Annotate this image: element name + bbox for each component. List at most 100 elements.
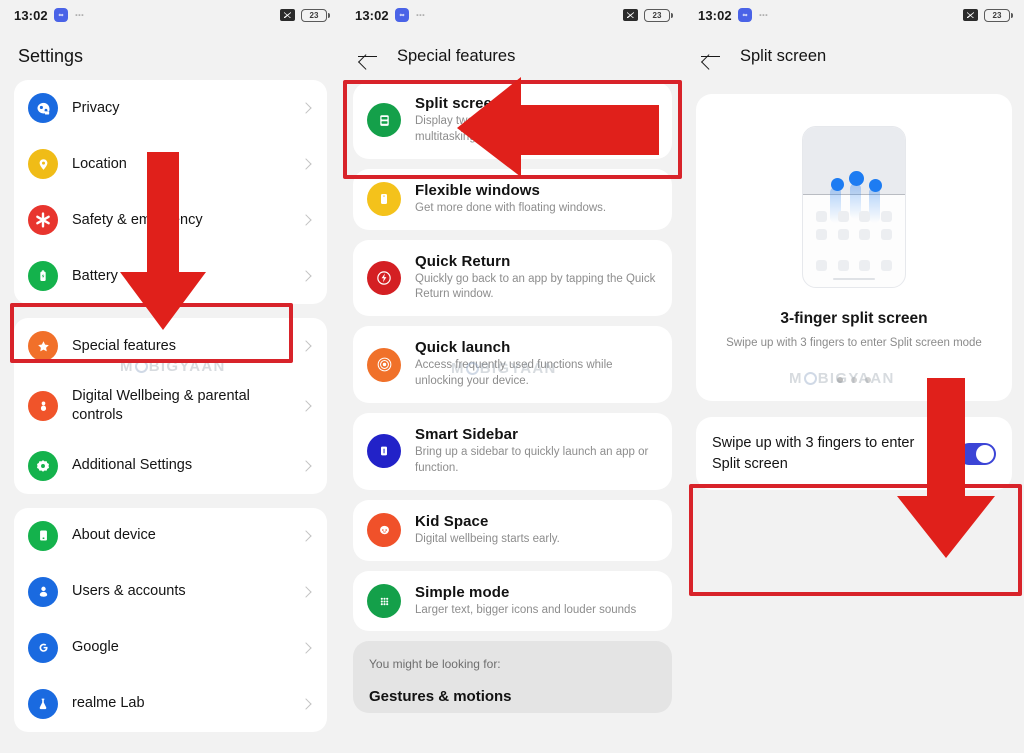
feature-card-smart-sidebar[interactable]: Smart Sidebar Bring up a sidebar to quic… xyxy=(353,413,672,490)
grid-cell xyxy=(880,211,892,222)
kid-space-icon xyxy=(367,513,401,548)
special-features-icon xyxy=(28,331,58,361)
sidebar-item-label: Users & accounts xyxy=(72,583,186,600)
app-bar-special-features: Special features xyxy=(341,30,684,82)
back-arrow-icon[interactable] xyxy=(357,45,379,67)
sidebar-item-users-accounts[interactable]: Users & accounts xyxy=(14,564,327,620)
app-badge-icon: ∞ xyxy=(394,8,409,22)
phone-panel-split-screen: 13:02 ∞ ··· 23 Split screen 3-finger spl… xyxy=(684,0,1024,753)
sidebar-item-realme-lab[interactable]: realme Lab xyxy=(14,676,327,732)
finger-dot xyxy=(869,179,882,192)
settings-group-3: About device Users & accounts Google rea… xyxy=(14,507,327,732)
grid-cell xyxy=(837,211,849,222)
mute-icon xyxy=(963,9,978,21)
hero-title: 3-finger split screen xyxy=(780,310,928,327)
grid-cell xyxy=(859,229,870,240)
status-clock: 13:02 xyxy=(14,7,48,23)
grid-cell xyxy=(880,260,892,271)
sidebar-item-about-device[interactable]: About device xyxy=(14,508,327,564)
app-bar-settings: Settings xyxy=(0,30,341,82)
feature-title: Flexible windows xyxy=(415,181,540,199)
hero-subtitle: Swipe up with 3 fingers to enter Split s… xyxy=(726,337,982,349)
split-screen-icon xyxy=(367,103,401,138)
down-arrow-toggle xyxy=(897,378,995,564)
sidebar-item-label: Google xyxy=(72,639,119,656)
feature-desc: Bring up a sidebar to quickly launch an … xyxy=(415,446,649,474)
back-arrow-icon[interactable] xyxy=(700,45,722,67)
app-badge-icon: ∞ xyxy=(737,8,752,22)
chevron-right-icon xyxy=(300,460,312,472)
looking-for-item[interactable]: Gestures & motions xyxy=(369,688,656,705)
status-overflow-icon: ··· xyxy=(758,8,769,22)
additional-settings-icon xyxy=(28,450,58,481)
sidebar-item-label: realme Lab xyxy=(72,695,145,712)
grid-cell xyxy=(837,229,849,240)
page-dot[interactable] xyxy=(865,377,871,383)
down-arrow-special-features xyxy=(120,152,206,342)
battery-icon: 23 xyxy=(301,8,330,22)
sidebar-item-label: Digital Wellbeing & parental controls xyxy=(72,388,250,423)
mute-icon xyxy=(623,9,638,21)
status-bar: 13:02 ∞ ··· 23 xyxy=(684,0,1024,30)
feature-text: Simple mode Larger text, bigger icons an… xyxy=(415,584,658,619)
looking-for-heading: You might be looking for: xyxy=(369,657,501,672)
grid-cell xyxy=(816,260,827,271)
feature-text: Quick Return Quickly go back to an app b… xyxy=(415,253,658,304)
chevron-right-icon xyxy=(300,586,312,598)
chevron-right-icon xyxy=(300,530,312,542)
safety-emergency-icon xyxy=(28,205,58,235)
chevron-right-icon xyxy=(300,340,312,352)
quick-launch-icon xyxy=(367,347,401,382)
phone-panel-special-features: 13:02 ∞ ··· 23 Special features Split sc… xyxy=(341,0,684,753)
privacy-icon xyxy=(28,93,58,123)
left-arrow-split-screen xyxy=(457,77,659,177)
battery-icon: 23 xyxy=(984,8,1013,22)
battery-icon: 23 xyxy=(644,8,673,22)
feature-card-quick-return[interactable]: Quick Return Quickly go back to an app b… xyxy=(353,239,672,317)
chevron-right-icon xyxy=(300,270,312,282)
feature-text: Kid Space Digital wellbeing starts early… xyxy=(415,513,658,548)
feature-card-quick-launch[interactable]: Quick launch Access frequently used func… xyxy=(353,326,672,404)
home-indicator xyxy=(833,277,875,280)
chevron-right-icon xyxy=(300,158,312,170)
grid-cell xyxy=(880,229,892,240)
location-icon xyxy=(28,149,58,179)
page-dot[interactable] xyxy=(851,377,857,383)
status-bar-left: 13:02 ∞ ··· xyxy=(14,7,85,23)
status-bar-left: 13:02 ∞ ··· xyxy=(698,8,769,23)
about-device-icon xyxy=(28,520,58,551)
status-clock: 13:02 xyxy=(355,7,389,23)
sidebar-item-google[interactable]: Google xyxy=(14,620,327,676)
feature-desc: Access frequently used functions while u… xyxy=(415,359,613,388)
feature-title: Quick Return xyxy=(415,252,511,270)
grid-cell xyxy=(816,211,827,222)
feature-card-simple-mode[interactable]: Simple mode Larger text, bigger icons an… xyxy=(353,570,672,632)
page-title: Split screen xyxy=(740,46,827,65)
sidebar-item-label: About device xyxy=(72,527,156,544)
page-title: Settings xyxy=(18,45,84,66)
chevron-right-icon xyxy=(300,102,312,114)
status-overflow-icon: ··· xyxy=(415,8,426,22)
status-bar-left: 13:02 ∞ ··· xyxy=(355,7,426,23)
realme-lab-icon xyxy=(28,688,58,719)
page-title: Special features xyxy=(397,46,516,65)
status-bar: 13:02 ∞ ··· 23 xyxy=(0,0,341,30)
feature-card-kid-space[interactable]: Kid Space Digital wellbeing starts early… xyxy=(353,499,672,561)
simple-mode-icon xyxy=(367,584,401,619)
sidebar-item-additional-settings[interactable]: Additional Settings xyxy=(14,438,327,494)
chevron-right-icon xyxy=(300,642,312,654)
sidebar-item-privacy[interactable]: Privacy xyxy=(14,80,327,136)
three-finger-swipe-illustration xyxy=(802,126,906,288)
grid-cell xyxy=(816,229,827,240)
grid-cell xyxy=(859,211,870,222)
page-dot-active[interactable] xyxy=(837,377,843,383)
feature-desc: Digital wellbeing starts early. xyxy=(415,532,560,545)
sidebar-item-digital-wellbeing[interactable]: Digital Wellbeing & parental controls xyxy=(14,374,327,438)
chevron-right-icon xyxy=(300,698,312,710)
status-overflow-icon: ··· xyxy=(74,8,85,22)
you-might-be-looking-for-card: You might be looking for: Gestures & mot… xyxy=(353,641,672,714)
feature-desc: Quickly go back to an app by tapping the… xyxy=(415,272,656,301)
status-bar-right: 23 xyxy=(963,8,1013,22)
feature-card-flexible-windows[interactable]: Flexible windows Get more done with floa… xyxy=(353,168,672,230)
users-accounts-icon xyxy=(28,576,58,607)
